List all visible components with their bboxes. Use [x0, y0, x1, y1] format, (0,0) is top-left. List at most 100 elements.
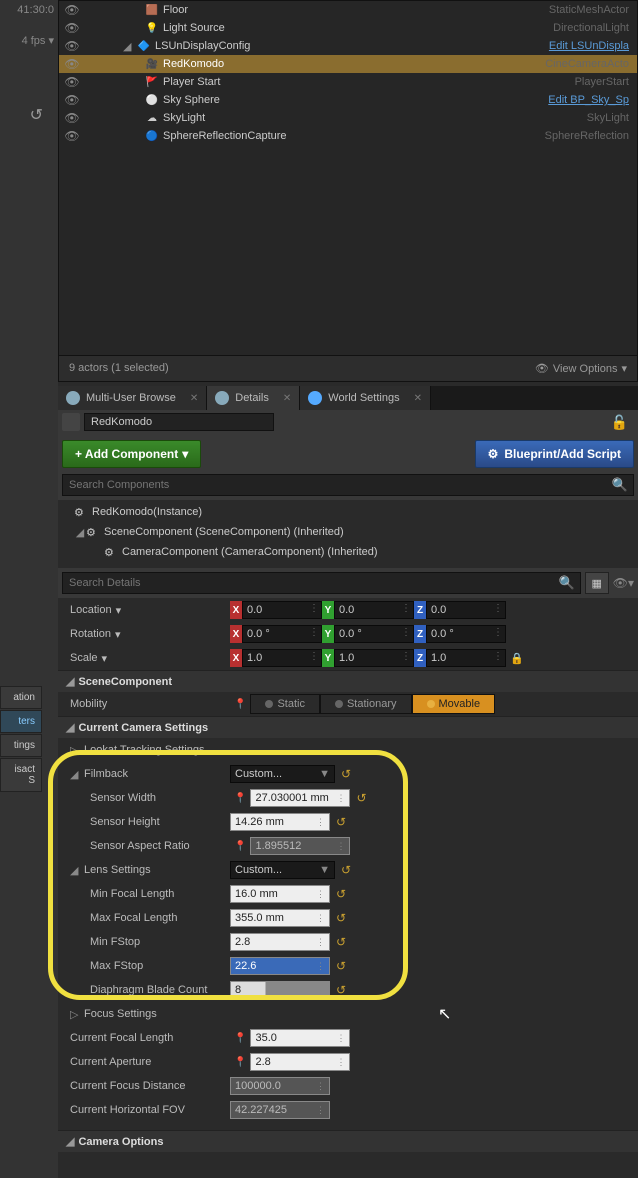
location-z-input[interactable]: 0.0 — [426, 601, 506, 619]
outliner-row[interactable]: 👁 ◢ 🔷 LSUnDisplayConfig Edit LSUnDispla — [59, 37, 637, 55]
sensor-width-input[interactable]: 27.030001 mm⋮ — [250, 789, 350, 807]
tab-details[interactable]: Details ✕ — [207, 386, 300, 410]
expand-icon[interactable]: ◢ — [123, 40, 133, 53]
pin-icon[interactable]: 📍 — [230, 699, 250, 710]
location-x-input[interactable]: 0.0 — [242, 601, 322, 619]
current-aperture-input[interactable]: 2.8⋮ — [250, 1053, 350, 1071]
pin-icon[interactable]: 📍 — [230, 793, 250, 804]
mobility-stationary-button[interactable]: Stationary — [320, 694, 412, 714]
current-focal-length-input[interactable]: 35.0⋮ — [250, 1029, 350, 1047]
chevron-down-icon[interactable]: ▾ — [115, 628, 121, 641]
filmback-dropdown[interactable]: Custom...▼ — [230, 765, 335, 783]
actor-type-icon: 🟫 — [144, 3, 160, 17]
view-options-eye[interactable]: 👁▾ — [613, 576, 634, 590]
aspect-ratio-input: 1.895512⋮ — [250, 837, 350, 855]
pin-icon[interactable]: 📍 — [230, 1057, 250, 1068]
search-details-input[interactable] — [62, 572, 581, 594]
tab-world-settings[interactable]: World Settings ✕ — [300, 386, 431, 410]
scale-x-input[interactable]: 1.0 — [242, 649, 322, 667]
min-focal-length-input[interactable]: 16.0 mm⋮ — [230, 885, 330, 903]
fps-display[interactable]: 4 fps ▾ — [0, 30, 58, 51]
outliner-row[interactable]: 👁 💡 Light Source DirectionalLight — [59, 19, 637, 37]
actor-type-icon: ☁ — [144, 111, 160, 125]
reset-to-default-icon[interactable]: ↺ — [332, 935, 350, 949]
location-y-input[interactable]: 0.0 — [334, 601, 414, 619]
view-options-button[interactable]: 👁 View Options ▾ — [535, 362, 627, 375]
mobility-static-button[interactable]: Static — [250, 694, 320, 714]
visibility-eye-icon[interactable]: 👁 — [63, 75, 81, 89]
chevron-down-icon[interactable]: ▾ — [102, 652, 108, 665]
actor-name: Floor — [163, 4, 549, 16]
reset-to-default-icon[interactable]: ↺ — [332, 887, 350, 901]
max-focal-length-input[interactable]: 355.0 mm⋮ — [230, 909, 330, 927]
side-tab[interactable]: tings — [0, 734, 42, 757]
lock-icon[interactable]: 🔓 — [611, 414, 634, 431]
outliner-row[interactable]: 👁 🎥 RedKomodo CineCameraActo — [59, 55, 637, 73]
min-fstop-input[interactable]: 2.8⋮ — [230, 933, 330, 951]
component-row[interactable]: ⚙ CameraComponent (CameraComponent) (Inh… — [62, 542, 634, 562]
blueprint-add-script-button[interactable]: ⚙ Blueprint/Add Script — [475, 440, 634, 468]
object-name-field[interactable]: RedKomodo — [84, 413, 274, 431]
pin-icon[interactable]: 📍 — [230, 841, 250, 852]
diaphragm-blade-input[interactable]: 8⋮ — [230, 981, 330, 999]
side-tab[interactable]: isact S — [0, 758, 42, 792]
outliner-row[interactable]: 👁 🟫 Floor StaticMeshActor — [59, 1, 637, 19]
side-tab[interactable]: ation — [0, 686, 42, 709]
aspect-ratio-row: Sensor Aspect Ratio 📍 1.895512⋮ — [58, 834, 638, 858]
reset-to-default-icon[interactable]: ↺ — [352, 791, 370, 805]
visibility-eye-icon[interactable]: 👁 — [63, 111, 81, 125]
side-tab[interactable]: ters — [0, 710, 42, 733]
rotation-z-input[interactable]: 0.0 ° — [426, 625, 506, 643]
visibility-eye-icon[interactable]: 👁 — [63, 39, 81, 53]
reset-to-default-icon[interactable]: ↺ — [332, 959, 350, 973]
scale-y-input[interactable]: 1.0 — [334, 649, 414, 667]
lens-settings-dropdown[interactable]: Custom...▼ — [230, 861, 335, 879]
scale-z-input[interactable]: 1.0 — [426, 649, 506, 667]
max-fstop-input[interactable]: 22.6⋮ — [230, 957, 330, 975]
visibility-eye-icon[interactable]: 👁 — [63, 57, 81, 71]
close-icon[interactable]: ✕ — [283, 393, 291, 404]
tab-multi-user-browse[interactable]: Multi-User Browse ✕ — [58, 386, 207, 410]
pin-icon[interactable]: 📍 — [230, 1033, 250, 1044]
chevron-down-icon[interactable]: ▾ — [116, 604, 122, 617]
outliner-row[interactable]: 👁 🔵 SphereReflectionCapture SphereReflec… — [59, 127, 637, 145]
visibility-eye-icon[interactable]: 👁 — [63, 21, 81, 35]
focus-settings-row[interactable]: ▷Focus Settings — [58, 1002, 638, 1026]
close-icon[interactable]: ✕ — [190, 393, 198, 404]
close-icon[interactable]: ✕ — [414, 393, 422, 404]
mobility-movable-button[interactable]: Movable — [412, 694, 496, 714]
rotation-x-input[interactable]: 0.0 ° — [242, 625, 322, 643]
outliner-row[interactable]: 👁 ☁ SkyLight SkyLight — [59, 109, 637, 127]
camera-options-header[interactable]: ◢Camera Options — [58, 1130, 638, 1152]
rotation-y-input[interactable]: 0.0 ° — [334, 625, 414, 643]
visibility-eye-icon[interactable]: 👁 — [63, 129, 81, 143]
scene-component-header[interactable]: ◢SceneComponent — [58, 670, 638, 692]
actor-class: CineCameraActo — [545, 58, 637, 70]
min-fstop-row: Min FStop 2.8⋮ ↺ — [58, 930, 638, 954]
reset-to-default-icon[interactable]: ↺ — [337, 767, 355, 781]
actor-class[interactable]: Edit BP_Sky_Sp — [548, 94, 637, 106]
outliner-row[interactable]: 👁 🚩 Player Start PlayerStart — [59, 73, 637, 91]
actor-class[interactable]: Edit LSUnDispla — [549, 40, 637, 52]
visibility-eye-icon[interactable]: 👁 — [63, 93, 81, 107]
reset-to-default-icon[interactable]: ↺ — [332, 815, 350, 829]
expand-icon[interactable]: ◢ — [74, 526, 86, 539]
reset-to-default-icon[interactable]: ↺ — [337, 863, 355, 877]
reset-to-default-icon[interactable]: ↺ — [332, 911, 350, 925]
outliner-row[interactable]: 👁 ⚪ Sky Sphere Edit BP_Sky_Sp — [59, 91, 637, 109]
left-sidebar-strip: 41:30:0 4 fps ▾ ↺ ation ters tings isact… — [0, 0, 58, 1178]
component-row[interactable]: ⚙ RedKomodo(Instance) — [62, 502, 634, 522]
current-camera-settings-header[interactable]: ◢Current Camera Settings — [58, 716, 638, 738]
undo-icon[interactable]: ↺ — [30, 105, 43, 125]
visibility-eye-icon[interactable]: 👁 — [63, 3, 81, 17]
sensor-height-input[interactable]: 14.26 mm⋮ — [230, 813, 330, 831]
lock-scale-icon[interactable]: 🔒 — [506, 652, 524, 665]
property-matrix-button[interactable]: ▦ — [585, 572, 609, 594]
actor-name: SkyLight — [163, 112, 587, 124]
component-row[interactable]: ◢ ⚙ SceneComponent (SceneComponent) (Inh… — [62, 522, 634, 542]
lens-settings-row: ◢Lens Settings Custom...▼ ↺ — [58, 858, 638, 882]
search-components-input[interactable] — [62, 474, 634, 496]
lookat-tracking-row[interactable]: ▷Lookat Tracking Settings — [58, 738, 638, 762]
reset-to-default-icon[interactable]: ↺ — [332, 983, 350, 997]
add-component-button[interactable]: + Add Component ▾ — [62, 440, 201, 468]
